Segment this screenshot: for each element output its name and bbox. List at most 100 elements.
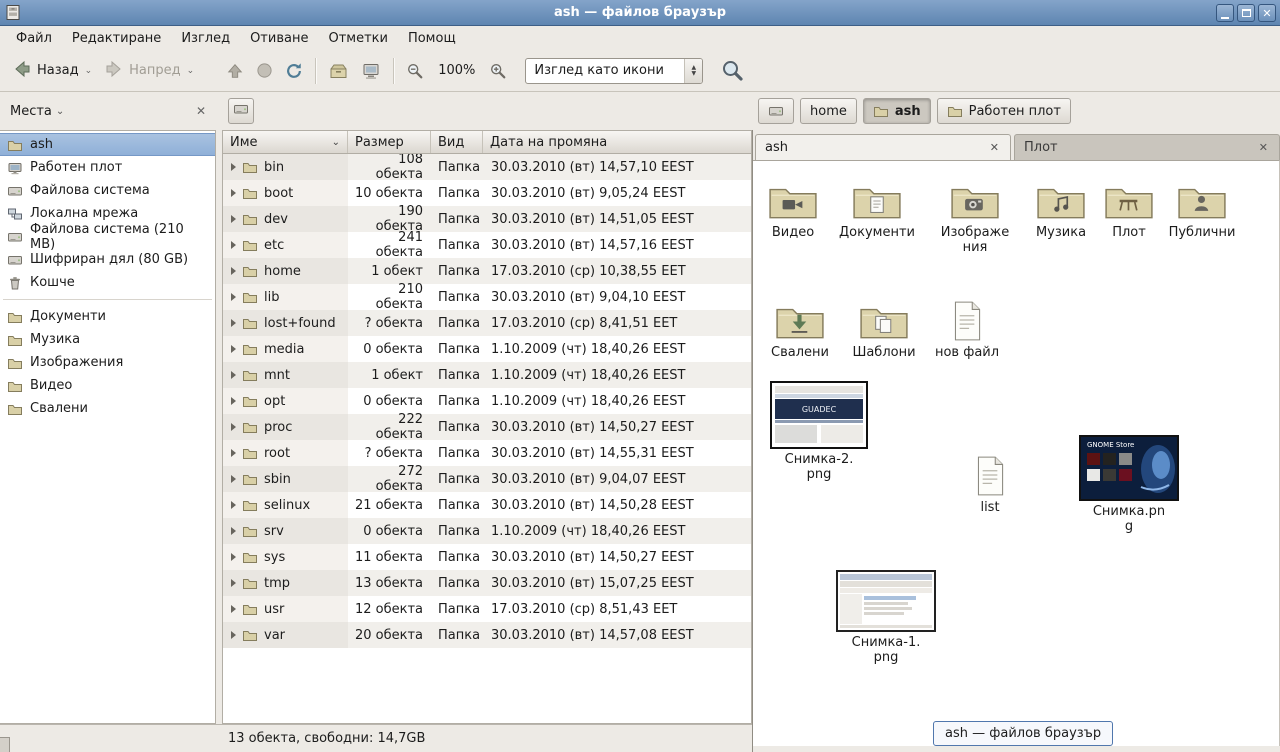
tab-close-icon[interactable]: ✕ xyxy=(1257,141,1270,154)
sidebar-item-filesystem[interactable]: Файлова система xyxy=(0,179,215,202)
icon-item-documents[interactable]: Документи xyxy=(839,176,915,240)
icon-item-images[interactable]: Изображения xyxy=(937,176,1013,255)
icon-item-new-file[interactable]: нов файл xyxy=(929,296,1005,360)
menu-bookmarks[interactable]: Отметки xyxy=(318,28,397,49)
expander-icon[interactable] xyxy=(231,579,236,587)
sidebar-item-desktop[interactable]: Работен плот xyxy=(0,156,215,179)
expander-icon[interactable] xyxy=(231,527,236,535)
back-button[interactable]: Назад ⌄ xyxy=(6,56,98,86)
reload-button[interactable] xyxy=(279,59,309,83)
expander-icon[interactable] xyxy=(231,501,236,509)
menu-help[interactable]: Помощ xyxy=(398,28,466,49)
home-folder-button[interactable] xyxy=(322,58,355,84)
sidebar-item-trash[interactable]: Кошче xyxy=(0,271,215,294)
sidebar-item-encrypted-80[interactable]: Шифриран дял (80 GB) xyxy=(0,248,215,271)
table-row[interactable]: selinux21 обектаПапка30.03.2010 (вт) 14,… xyxy=(223,492,751,518)
table-row[interactable]: root? обектаПапка30.03.2010 (вт) 14,55,3… xyxy=(223,440,751,466)
expander-icon[interactable] xyxy=(231,371,236,379)
icon-item-snimka-2[interactable]: GUADECСнимка-2.png xyxy=(769,381,869,482)
icon-item-snimka[interactable]: GNOME StoreСнимка.png xyxy=(1079,435,1179,534)
minimize-button[interactable] xyxy=(1216,4,1234,22)
path-button-desktop[interactable]: Работен плот xyxy=(937,98,1071,124)
stop-button[interactable] xyxy=(250,59,279,82)
menu-view[interactable]: Изглед xyxy=(171,28,240,49)
expander-icon[interactable] xyxy=(231,605,236,613)
expander-icon[interactable] xyxy=(231,293,236,301)
table-row[interactable]: lost+found? обектаПапка17.03.2010 (ср) 8… xyxy=(223,310,751,336)
expander-icon[interactable] xyxy=(231,215,236,223)
icon-item-video[interactable]: Видео xyxy=(755,176,831,240)
places-dropdown-icon[interactable]: ⌄ xyxy=(56,106,64,117)
column-header-size[interactable]: Размер xyxy=(348,131,431,153)
icon-item-desktop[interactable]: Плот xyxy=(1091,176,1167,240)
sidebar-item-documents[interactable]: Документи xyxy=(0,305,215,328)
sidebar-item-video[interactable]: Видео xyxy=(0,374,215,397)
table-row[interactable]: mnt1 обектПапка1.10.2009 (чт) 18,40,26 E… xyxy=(223,362,751,388)
table-row[interactable]: boot10 обектаПапка30.03.2010 (вт) 9,05,2… xyxy=(223,180,751,206)
forward-button[interactable]: Напред ⌄ xyxy=(98,56,200,86)
forward-dropdown-icon[interactable]: ⌄ xyxy=(187,66,195,76)
expander-icon[interactable] xyxy=(231,397,236,405)
expander-icon[interactable] xyxy=(231,189,236,197)
path-button-root[interactable] xyxy=(758,98,794,124)
icon-item-downloads[interactable]: Свалени xyxy=(762,296,838,360)
sidebar-item-downloads[interactable]: Свалени xyxy=(0,397,215,420)
table-row[interactable]: media0 обектаПапка1.10.2009 (чт) 18,40,2… xyxy=(223,336,751,362)
sidebar-item-ash[interactable]: ash xyxy=(0,133,215,156)
table-row[interactable]: lib210 обектаПапка30.03.2010 (вт) 9,04,1… xyxy=(223,284,751,310)
menu-edit[interactable]: Редактиране xyxy=(62,28,171,49)
sidebar-item-images[interactable]: Изображения xyxy=(0,351,215,374)
icon-item-list[interactable]: list xyxy=(960,451,1020,515)
icon-item-templates[interactable]: Шаблони xyxy=(846,296,922,360)
tab-desktop[interactable]: Плот✕ xyxy=(1014,134,1280,160)
path-button-ash[interactable]: ash xyxy=(863,98,931,124)
menu-go[interactable]: Отиване xyxy=(240,28,318,49)
table-row[interactable]: dev190 обектаПапка30.03.2010 (вт) 14,51,… xyxy=(223,206,751,232)
back-dropdown-icon[interactable]: ⌄ xyxy=(85,66,93,76)
titlebar[interactable]: ash — файлов браузър ✕ xyxy=(0,0,1280,26)
table-row[interactable]: home1 обектПапка17.03.2010 (ср) 10,38,55… xyxy=(223,258,751,284)
expander-icon[interactable] xyxy=(231,163,236,171)
zoom-level[interactable]: 100% xyxy=(438,63,475,78)
expander-icon[interactable] xyxy=(231,345,236,353)
table-row[interactable]: usr12 обектаПапка17.03.2010 (ср) 8,51,43… xyxy=(223,596,751,622)
table-row[interactable]: bin108 обектаПапка30.03.2010 (вт) 14,57,… xyxy=(223,154,751,180)
table-row[interactable]: sys11 обектаПапка30.03.2010 (вт) 14,50,2… xyxy=(223,544,751,570)
expander-icon[interactable] xyxy=(231,241,236,249)
zoom-in-button[interactable] xyxy=(483,59,513,83)
zoom-out-button[interactable] xyxy=(400,59,430,83)
expander-icon[interactable] xyxy=(231,319,236,327)
table-row[interactable]: srv0 обектаПапка1.10.2009 (чт) 18,40,26 … xyxy=(223,518,751,544)
search-button[interactable] xyxy=(715,56,750,85)
table-row[interactable]: tmp13 обектаПапка30.03.2010 (вт) 15,07,2… xyxy=(223,570,751,596)
expander-icon[interactable] xyxy=(231,631,236,639)
table-row[interactable]: proc222 обектаПапка30.03.2010 (вт) 14,50… xyxy=(223,414,751,440)
expander-icon[interactable] xyxy=(231,449,236,457)
icon-item-snimka-1[interactable]: Снимка-1.png xyxy=(836,570,936,665)
left-pane-root-button[interactable] xyxy=(228,98,254,124)
table-row[interactable]: sbin272 обектаПапка30.03.2010 (вт) 9,04,… xyxy=(223,466,751,492)
close-button[interactable]: ✕ xyxy=(1258,4,1276,22)
icon-item-public[interactable]: Публични xyxy=(1164,176,1240,240)
expander-icon[interactable] xyxy=(231,553,236,561)
combo-stepper-icon[interactable]: ▲▼ xyxy=(684,59,702,83)
column-header-name[interactable]: Име⌄ xyxy=(223,131,348,153)
maximize-button[interactable] xyxy=(1237,4,1255,22)
table-row[interactable]: var20 обектаПапка30.03.2010 (вт) 14,57,0… xyxy=(223,622,751,648)
table-row[interactable]: opt0 обектаПапка1.10.2009 (чт) 18,40,26 … xyxy=(223,388,751,414)
computer-button[interactable] xyxy=(355,58,387,84)
table-row[interactable]: etc241 обектаПапка30.03.2010 (вт) 14,57,… xyxy=(223,232,751,258)
expander-icon[interactable] xyxy=(231,267,236,275)
column-header-date[interactable]: Дата на промяна xyxy=(483,131,751,153)
sidebar-item-filesystem-210[interactable]: Файлова система (210 MB) xyxy=(0,225,215,248)
expander-icon[interactable] xyxy=(231,423,236,431)
icon-item-music[interactable]: Музика xyxy=(1023,176,1099,240)
path-button-home[interactable]: home xyxy=(800,98,857,124)
column-header-type[interactable]: Вид xyxy=(431,131,483,153)
tab-ash[interactable]: ash✕ xyxy=(755,134,1011,160)
view-mode-select[interactable]: Изглед като икони ▲▼ xyxy=(525,58,703,84)
sidebar-item-music[interactable]: Музика xyxy=(0,328,215,351)
tab-close-icon[interactable]: ✕ xyxy=(988,141,1001,154)
menu-file[interactable]: Файл xyxy=(6,28,62,49)
up-button[interactable] xyxy=(220,59,250,83)
